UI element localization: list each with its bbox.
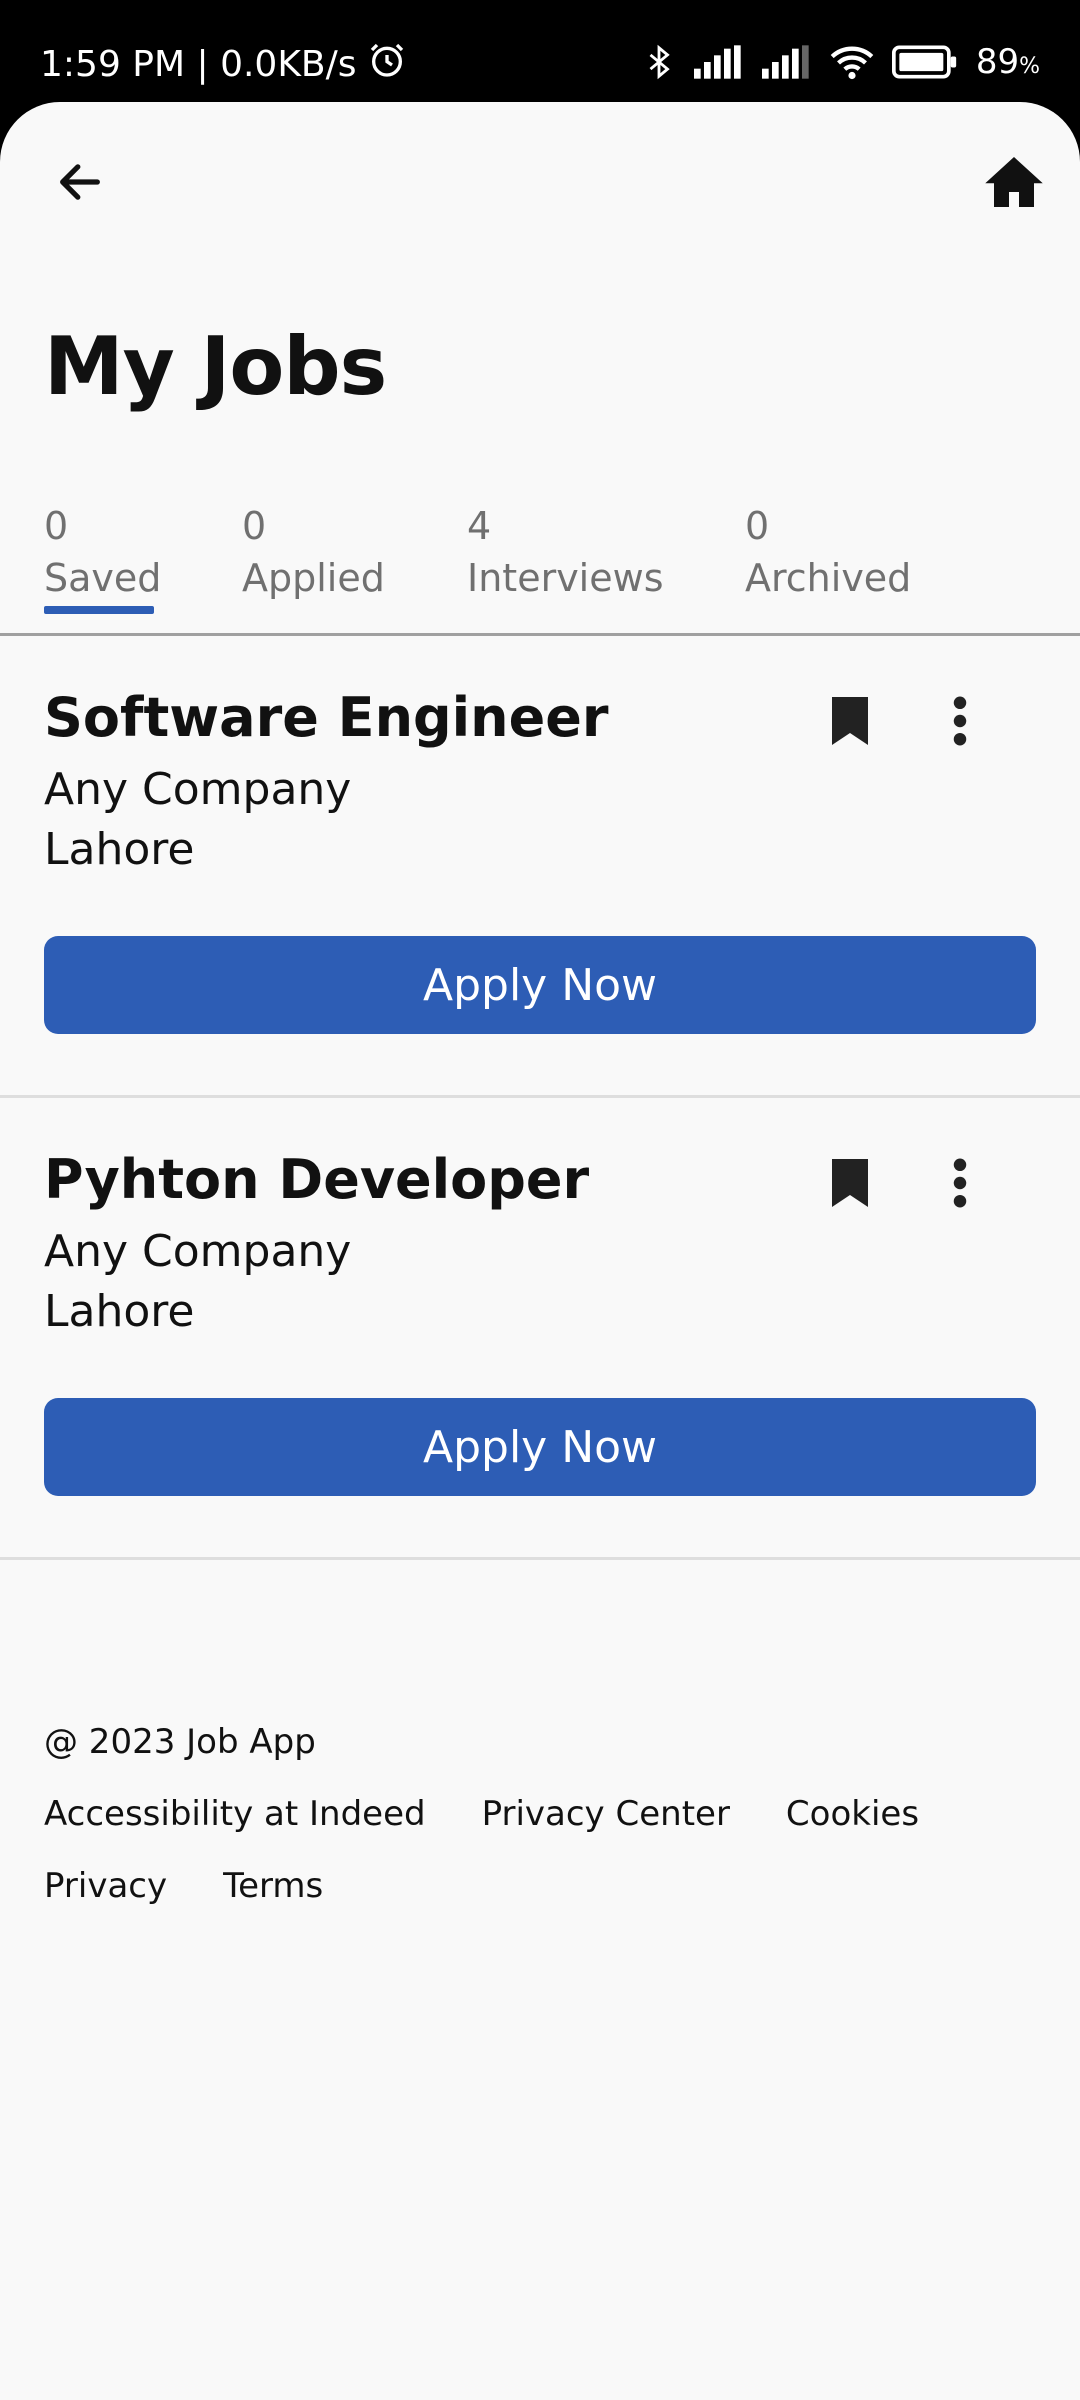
tab-count: 0 [745,504,770,548]
job-company: Any Company [44,1226,352,1277]
footer-links: Privacy Terms [44,1866,323,1906]
apply-now-button[interactable]: Apply Now [44,1398,1036,1496]
signal-icon [693,44,744,80]
job-card[interactable]: Software Engineer Any Company Lahore App… [0,636,1080,1098]
bookmark-button[interactable] [820,686,880,756]
job-location: Lahore [44,1286,195,1337]
footer-link-privacy[interactable]: Privacy [44,1866,167,1906]
page-title: My Jobs [44,320,387,413]
battery-unit: % [1019,54,1040,79]
job-title[interactable]: Pyhton Developer [44,1148,589,1211]
home-icon [985,157,1043,207]
apply-now-button[interactable]: Apply Now [44,936,1036,1034]
bookmark-icon [832,1159,868,1207]
footer-link-cookies[interactable]: Cookies [786,1794,919,1834]
more-options-button[interactable] [930,686,990,756]
more-options-button[interactable] [930,1148,990,1218]
footer-links: Accessibility at Indeed Privacy Center C… [44,1794,919,1834]
copyright-text: @ 2023 Job App [44,1722,316,1762]
status-time: 1:59 PM | 0.0KB/s [40,44,357,85]
job-card[interactable]: Pyhton Developer Any Company Lahore Appl… [0,1098,1080,1560]
bookmark-button[interactable] [820,1148,880,1218]
app-surface: My Jobs 0 Saved 0 Applied 4 Interviews 0… [0,102,1080,2400]
more-vertical-icon [953,696,967,746]
battery-value: 89 [975,42,1020,82]
wifi-icon [830,44,874,80]
tab-interviews[interactable]: 4 Interviews [467,500,664,604]
tab-count: 4 [467,504,492,548]
battery-icon [891,45,958,79]
status-left: 1:59 PM | 0.0KB/s [40,40,407,89]
top-bar [0,102,1080,262]
tab-saved[interactable]: 0 Saved [44,500,162,614]
battery-percentage: 89% [976,42,1040,82]
tab-applied[interactable]: 0 Applied [242,500,385,604]
tab-label: Applied [242,556,385,600]
job-company: Any Company [44,764,352,815]
job-location: Lahore [44,824,195,875]
tab-archived[interactable]: 0 Archived [745,500,911,604]
footer-link-accessibility[interactable]: Accessibility at Indeed [44,1794,426,1834]
back-button[interactable] [44,146,116,218]
tab-bar: 0 Saved 0 Applied 4 Interviews 0 Archive… [0,500,1080,636]
tab-count: 0 [242,504,267,548]
bookmark-icon [832,697,868,745]
arrow-left-icon [60,164,100,200]
tab-label: Archived [745,556,912,600]
home-button[interactable] [978,146,1050,218]
job-title[interactable]: Software Engineer [44,686,609,749]
tab-label: Interviews [467,556,664,600]
more-vertical-icon [953,1158,967,1208]
tab-label: Saved [44,556,162,600]
bluetooth-icon [642,42,676,82]
alarm-icon [367,40,407,89]
footer-link-privacy-center[interactable]: Privacy Center [482,1794,730,1834]
tab-count: 0 [44,504,69,548]
active-tab-indicator [44,606,154,614]
signal-icon [761,44,812,80]
status-right: 89% [642,42,1040,82]
footer-link-terms[interactable]: Terms [223,1866,323,1906]
